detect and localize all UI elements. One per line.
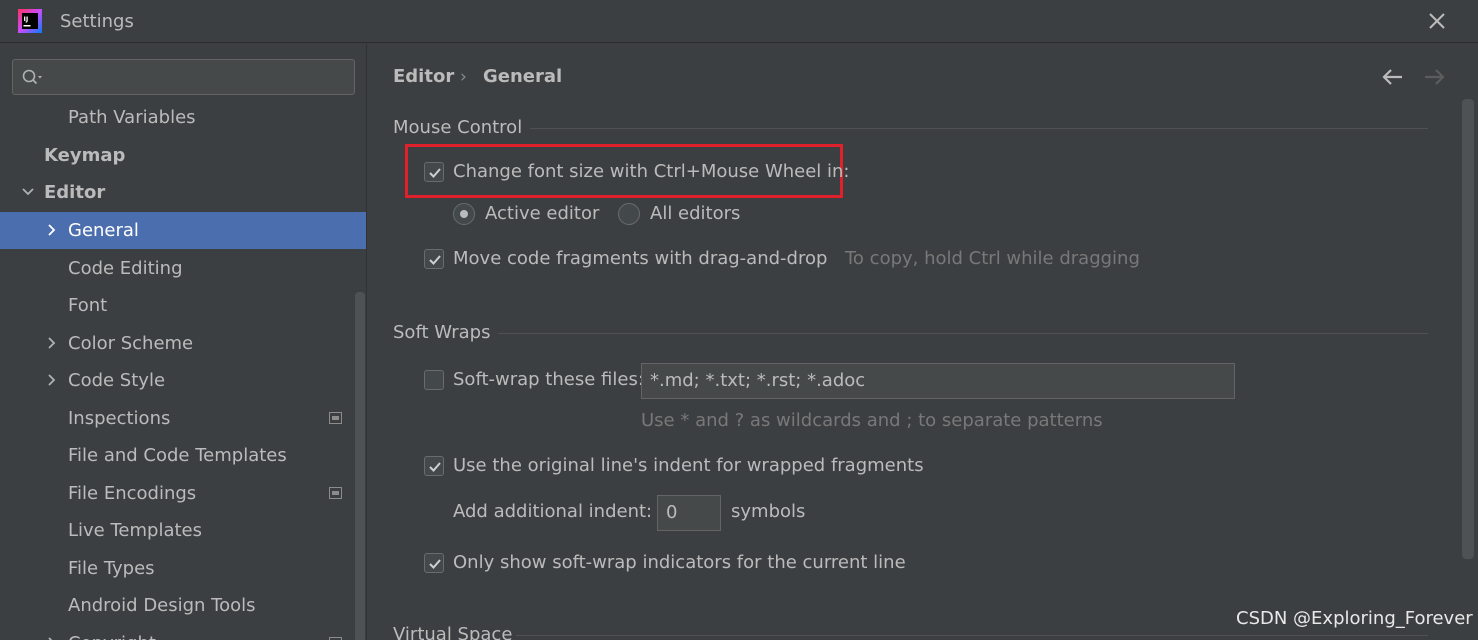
sidebar-item-editor[interactable]: Editor xyxy=(0,174,366,211)
additional-indent-input[interactable]: 0 xyxy=(657,495,721,531)
radio-dot-icon xyxy=(460,210,468,218)
additional-indent-label: Add additional indent: xyxy=(453,501,653,522)
indicators-checkbox[interactable] xyxy=(424,553,444,573)
chevron-right-icon[interactable] xyxy=(45,636,59,640)
sidebar-scrollbar[interactable] xyxy=(355,292,365,640)
active-editor-radio[interactable] xyxy=(453,203,475,225)
section-title-soft-wraps: Soft Wraps xyxy=(393,322,491,343)
sidebar-item-path-variables[interactable]: Path Variables xyxy=(0,99,366,136)
original-indent-checkbox[interactable] xyxy=(424,456,444,476)
project-scope-icon xyxy=(329,487,342,499)
search-icon xyxy=(22,69,42,85)
checkmark-icon xyxy=(429,559,441,569)
breadcrumb-general: General xyxy=(483,66,563,87)
change-font-size-label[interactable]: Change font size with Ctrl+Mouse Wheel i… xyxy=(453,161,850,182)
section-divider xyxy=(516,635,1428,636)
intellij-logo-icon: IJ xyxy=(18,9,42,33)
chevron-right-icon[interactable] xyxy=(45,223,59,237)
settings-search-input[interactable] xyxy=(12,59,355,95)
original-indent-label[interactable]: Use the original line's indent for wrapp… xyxy=(453,455,924,476)
settings-sidebar: Path Variables Keymap Editor General Cod… xyxy=(0,44,367,640)
breadcrumb-separator: › xyxy=(460,67,467,87)
sidebar-item-file-types[interactable]: File Types xyxy=(0,550,366,587)
breadcrumb-editor[interactable]: Editor xyxy=(393,66,454,87)
additional-indent-unit: symbols xyxy=(731,501,806,522)
project-scope-icon xyxy=(329,412,342,424)
content-scrollbar[interactable] xyxy=(1462,99,1474,559)
move-code-checkbox[interactable] xyxy=(424,249,444,269)
checkmark-icon xyxy=(429,168,441,178)
section-title-virtual-space: Virtual Space xyxy=(393,624,513,640)
change-font-size-checkbox[interactable] xyxy=(424,162,444,182)
chevron-right-icon[interactable] xyxy=(45,336,59,350)
indicators-label[interactable]: Only show soft-wrap indicators for the c… xyxy=(453,552,906,573)
sidebar-item-keymap[interactable]: Keymap xyxy=(0,137,366,174)
chevron-right-icon[interactable] xyxy=(45,373,59,387)
window-title: Settings xyxy=(60,11,134,32)
settings-content: Editor › General Mouse Control Change fo… xyxy=(368,44,1478,640)
sidebar-item-file-and-code-templates[interactable]: File and Code Templates xyxy=(0,437,366,474)
sidebar-item-general[interactable]: General xyxy=(0,212,366,249)
svg-text:IJ: IJ xyxy=(24,15,29,23)
active-editor-label[interactable]: Active editor xyxy=(485,203,599,224)
close-icon[interactable] xyxy=(1424,8,1450,34)
all-editors-radio[interactable] xyxy=(618,203,640,225)
sidebar-item-file-encodings[interactable]: File Encodings xyxy=(0,475,366,512)
sidebar-item-inspections[interactable]: Inspections xyxy=(0,400,366,437)
checkmark-icon xyxy=(429,462,441,472)
wildcards-hint: Use * and ? as wildcards and ; to separa… xyxy=(641,410,1103,431)
section-title-mouse-control: Mouse Control xyxy=(393,117,523,138)
soft-wrap-files-input[interactable]: *.md; *.txt; *.rst; *.adoc xyxy=(641,363,1235,399)
title-bar: IJ Settings xyxy=(0,0,1478,43)
back-arrow-icon[interactable] xyxy=(1380,66,1406,88)
all-editors-label[interactable]: All editors xyxy=(650,203,740,224)
watermark: CSDN @Exploring_Forever xyxy=(1236,608,1473,629)
soft-wrap-files-label[interactable]: Soft-wrap these files: xyxy=(453,369,644,390)
sidebar-item-android-design-tools[interactable]: Android Design Tools xyxy=(0,587,366,624)
chevron-down-icon[interactable] xyxy=(21,185,35,199)
sidebar-item-code-style[interactable]: Code Style xyxy=(0,362,366,399)
section-divider xyxy=(498,333,1428,334)
sidebar-item-copyright[interactable]: Copyright xyxy=(0,625,366,640)
move-code-label[interactable]: Move code fragments with drag-and-drop xyxy=(453,248,827,269)
section-divider xyxy=(530,128,1428,129)
sidebar-item-live-templates[interactable]: Live Templates xyxy=(0,512,366,549)
forward-arrow-icon xyxy=(1425,69,1445,85)
soft-wrap-files-checkbox[interactable] xyxy=(424,370,444,390)
move-code-hint: To copy, hold Ctrl while dragging xyxy=(845,248,1140,269)
sidebar-item-code-editing[interactable]: Code Editing xyxy=(0,250,366,287)
sidebar-item-color-scheme[interactable]: Color Scheme xyxy=(0,325,366,362)
checkmark-icon xyxy=(429,255,441,265)
sidebar-item-font[interactable]: Font xyxy=(0,287,366,324)
